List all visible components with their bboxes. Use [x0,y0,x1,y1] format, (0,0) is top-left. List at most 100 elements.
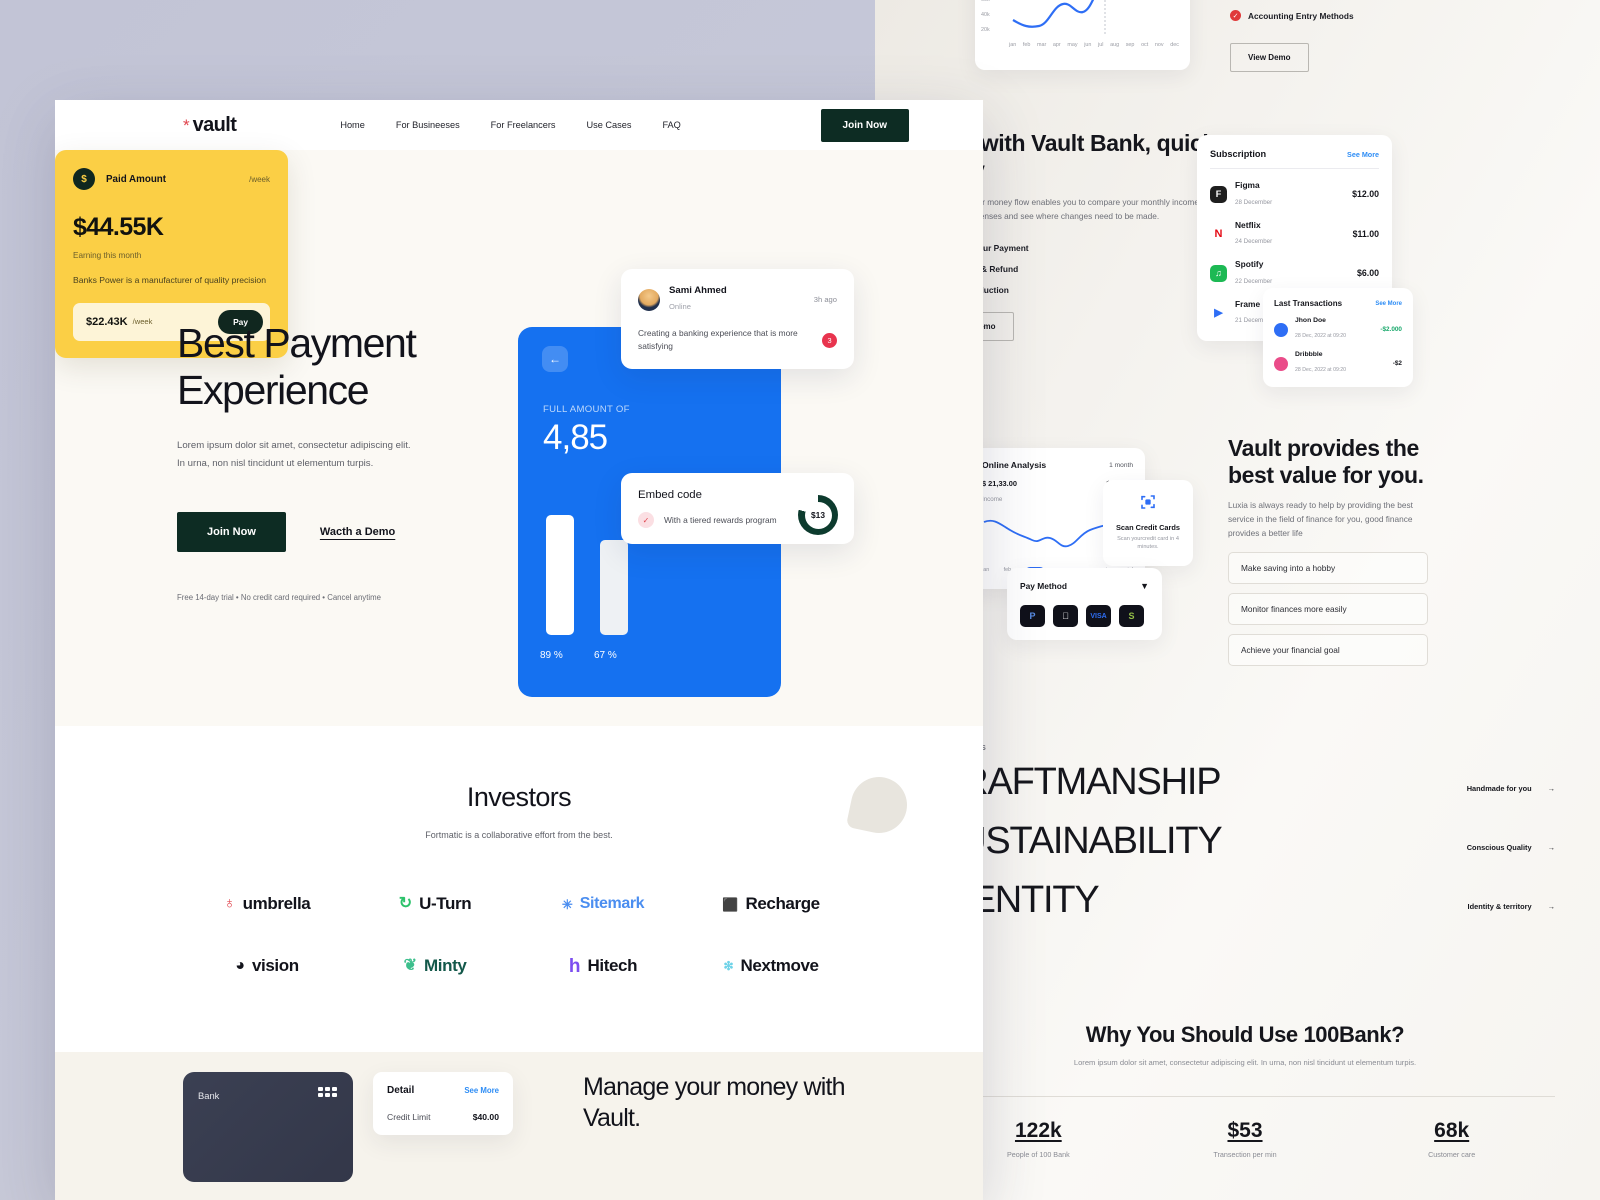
chip-icon [318,1087,337,1097]
investor-logo-vision[interactable]: ◕ vision [183,942,351,990]
detail-title: Detail [387,1085,415,1096]
hero-subtitle: Lorem ipsum dolor sit amet, consectetur … [177,437,507,472]
bank-card-label: Bank [198,1090,220,1101]
detail-card: Detail See More Credit Limit $40.00 [373,1072,513,1135]
pay-method-header: Pay Method ▼ [1020,581,1149,591]
investor-name: Sitemark [579,895,645,912]
provides-item[interactable]: Achieve your financial goal [1228,634,1428,667]
chevron-down-icon[interactable]: ▼ [1140,581,1149,591]
subscription-row[interactable]: ♫ Spotify 22 December $6.00 [1210,259,1379,288]
apple-pay-icon[interactable]:  [1053,605,1078,627]
nav-link-faq[interactable]: FAQ [662,120,680,130]
nav-link-use-cases[interactable]: Use Cases [587,120,632,130]
paid-title: Paid Amount [106,173,167,185]
detail-value: $40.00 [472,1112,499,1122]
arrow-right-icon: → [1547,784,1555,793]
manage-section: Bank Detail See More Credit Limit $40.00… [55,1052,983,1200]
subscription-amount: $12.00 [1352,189,1379,200]
value-side[interactable]: Identity & territory → [1468,902,1555,929]
hero-watch-demo-link[interactable]: Wacth a Demo [320,526,395,538]
bar-1-label: 89 % [540,650,563,661]
see-more-link[interactable]: See More [1375,301,1402,307]
transaction-name: Jhon Doe [1295,317,1326,324]
stat-caption: Transection per min [1213,1149,1277,1159]
netflix-icon: N [1210,225,1227,243]
value-side-label: Handmade for you [1466,784,1532,793]
investor-logo-nextmove[interactable]: ❇ Nextmove [687,942,855,990]
transaction-row[interactable]: Jhon Doe 28 Dec, 2022 at 09:20 -$2.000 [1274,317,1402,342]
chart-x-tick: jan [1009,42,1017,48]
paid-description: Banks Power is a manufacturer of quality… [73,275,266,285]
dollar-badge-icon: $ [73,168,95,190]
bar-2-label: 67 % [594,650,617,661]
checklist-item: ✓ Accounting Entry Methods [1230,10,1490,21]
why-title: Why You Should Use 100Bank? [1085,1022,1405,1047]
transaction-row[interactable]: Dribbble 28 Dec, 2022 at 09:20 -$2 [1274,351,1402,376]
pill-amount: $22.43K [86,315,128,328]
paid-amount: $44.55K [73,213,164,241]
nav-link-for-freelancers[interactable]: For Freelancers [491,120,556,130]
check-circle-icon: ✓ [1230,10,1241,21]
hero-subtitle-line1: Lorem ipsum dolor sit amet, consectetur … [177,440,411,452]
investor-name: Minty [424,956,467,975]
see-more-link[interactable]: See More [1347,150,1379,159]
transactions-header: Last Transactions See More [1274,299,1402,308]
embed-code-card: Embed code ✓ With a tiered rewards progr… [621,473,854,544]
investor-logo-sitemark[interactable]: ✳ Sitemark [519,880,687,928]
subscription-row[interactable]: N Netflix 24 December $11.00 [1210,220,1379,249]
analysis-title: Online Analysis [982,460,1047,470]
paypal-icon[interactable]: P [1020,605,1045,627]
hero-actions: Join Now Wacth a Demo [177,511,507,552]
stat-number: $53 [1227,1118,1263,1142]
investor-name: Recharge [745,894,820,913]
nextmove-icon: ❇ [723,959,734,973]
see-more-link[interactable]: See More [464,1086,499,1095]
notification-header: Sami Ahmed Online 3h ago [638,285,837,314]
hero-title: Best Payment Experience [177,320,417,413]
progress-ring: $13 [798,495,838,535]
notification-body: Creating a banking experience that is mo… [638,327,837,353]
provides-item[interactable]: Monitor finances more easily [1228,593,1428,626]
investor-logo-umbrella[interactable]: ♁ umbrella [183,880,351,928]
chart-x-tick: may [1067,42,1078,48]
bg-checklist-top: ✓ Revenues and Expenses ✓ Accounting Ent… [1230,0,1490,72]
provides-item[interactable]: Make saving into a hobby [1228,552,1428,585]
back-arrow-icon[interactable]: ← [542,346,568,372]
month-tab[interactable]: jan [982,567,989,577]
investor-name: U-Turn [419,894,472,913]
chart-y-tick: 40k [981,12,990,18]
values-eyebrow: OUR VALUES [935,745,1555,752]
value-side-label: Conscious Quality [1466,843,1532,852]
transaction-amount: -$2.000 [1380,326,1402,333]
investor-logo-recharge[interactable]: ⬛ Recharge [687,880,855,928]
embed-ring-value: $13 [811,510,825,520]
period-select[interactable]: 1 month [1109,462,1133,469]
notification-status: Online [669,302,691,311]
nav-join-now-button[interactable]: Join Now [820,108,909,142]
umbrella-icon: ♁ [223,895,236,912]
investor-logo-u-turn[interactable]: ↻ U-Turn [351,880,519,928]
chart-x-tick: feb [1022,42,1031,48]
investors-row-2: ◕ vision ❦ Minty h Hitech ❇ Nextmove [55,942,983,990]
subscription-name: Figma [1235,180,1260,190]
hero-join-now-button[interactable]: Join Now [177,511,286,552]
bg-scan-card: Scan Credit Cards Scan yourcredit card i… [1103,480,1193,566]
transaction-date: 28 Dec, 2022 at 09:20 [1295,367,1347,373]
shopify-icon[interactable]: S [1119,605,1144,627]
investor-logo-hitech[interactable]: h Hitech [519,942,687,990]
subscription-title: Subscription [1210,149,1267,159]
value-side[interactable]: Handmade for you → [1467,784,1555,811]
nav-link-for-businesses[interactable]: For Busineeses [396,120,460,130]
nav-link-home[interactable]: Home [340,120,365,130]
logo[interactable]: * vault [183,114,237,137]
view-demo-button[interactable]: View Demo [1230,43,1309,72]
visa-icon[interactable]: VISA [1086,605,1111,627]
transaction-amount: -$2 [1392,360,1402,367]
investor-logo-minty[interactable]: ❦ Minty [351,942,519,990]
transactions-title: Last Transactions [1274,299,1343,308]
subscription-row[interactable]: F Figma 28 December $12.00 [1210,180,1379,209]
value-side[interactable]: Conscious Quality → [1467,843,1555,870]
investor-name: Nextmove [740,956,819,975]
chart-line [1012,0,1106,36]
minty-icon: ❦ [403,957,417,974]
